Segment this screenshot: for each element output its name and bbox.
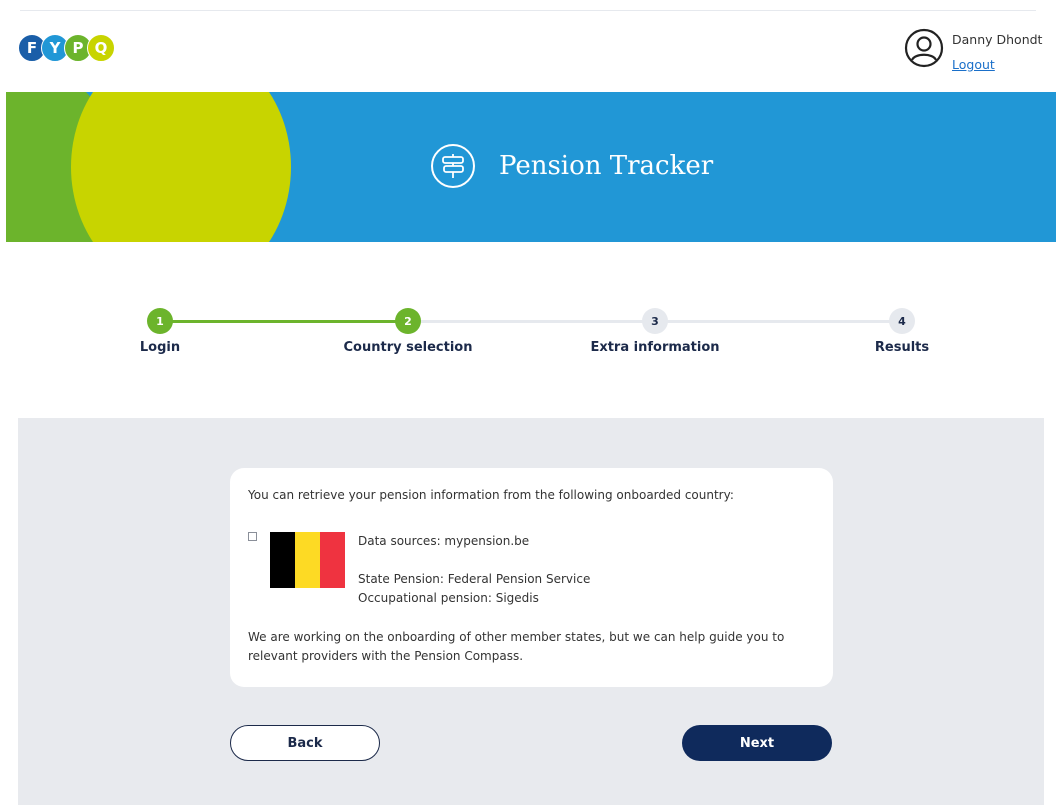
step-country-selection: 2 Country selection (333, 308, 483, 355)
flag-stripe-red (320, 532, 345, 588)
progress-stepper: 1 Login 2 Country selection 3 Extra info… (0, 300, 1056, 370)
user-name: Danny Dhondt (952, 32, 1043, 47)
step-extra-information: 3 Extra information (580, 308, 730, 355)
step-login: 1 Login (85, 308, 235, 355)
banner-title-group: Pension Tracker (429, 142, 713, 190)
data-sources-text: Data sources: mypension.be (358, 534, 530, 548)
card-intro-text: You can retrieve your pension informatio… (248, 488, 734, 502)
flag-stripe-black (270, 532, 295, 588)
next-button[interactable]: Next (682, 725, 832, 761)
step-4-circle: 4 (889, 308, 915, 334)
page-banner: Pension Tracker (6, 92, 1056, 242)
user-circle-icon[interactable] (904, 28, 944, 68)
card-outro-text: We are working on the onboarding of othe… (248, 630, 785, 663)
flag-stripe-yellow (295, 532, 320, 588)
step-4-label: Results (874, 340, 930, 355)
step-1-label: Login (139, 340, 181, 355)
fypq-logo[interactable]: F Y P Q (18, 34, 115, 62)
state-pension-text: State Pension: Federal Pension Service (358, 572, 591, 586)
step-2-circle: 2 (395, 308, 421, 334)
occupational-pension-text: Occupational pension: Sigedis (358, 591, 539, 605)
signpost-icon (431, 144, 475, 188)
country-card: You can retrieve your pension informatio… (230, 468, 833, 687)
logout-link[interactable]: Logout (952, 57, 995, 72)
step-3-label: Extra information (590, 340, 720, 355)
banner-yellow-circle (71, 92, 291, 242)
belgium-checkbox[interactable] (248, 532, 257, 541)
belgium-flag (270, 532, 345, 588)
logo-letter-q: Q (87, 34, 115, 62)
step-results: 4 Results (827, 308, 977, 355)
step-2-label: Country selection (343, 340, 473, 355)
back-button[interactable]: Back (230, 725, 380, 761)
header-divider (20, 10, 1036, 11)
step-1-circle: 1 (147, 308, 173, 334)
page-title: Pension Tracker (499, 151, 714, 181)
step-3-circle: 3 (642, 308, 668, 334)
